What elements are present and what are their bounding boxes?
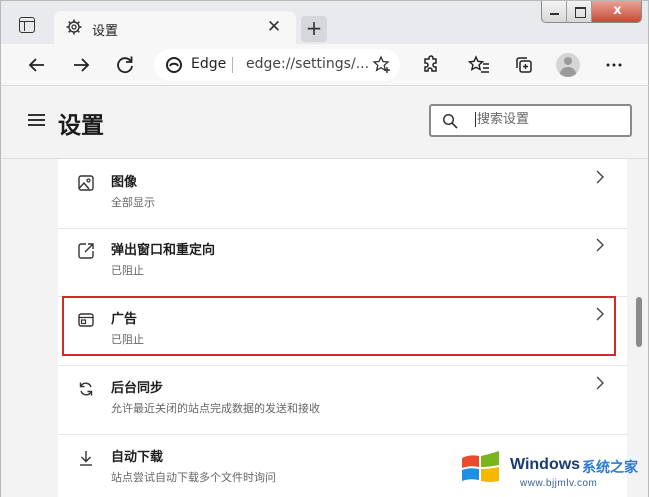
watermark-brand: Windows (510, 456, 581, 473)
avatar[interactable] (556, 53, 580, 77)
ads-icon (78, 313, 94, 327)
sync-icon (79, 382, 93, 396)
more-options-icon[interactable] (601, 52, 627, 78)
tab-title: 设置 (92, 24, 119, 39)
maximize-button[interactable] (567, 1, 592, 22)
row-title: 后台同步 (111, 381, 164, 396)
row-title: 自动下载 (111, 450, 164, 465)
address-url[interactable]: edge://settings/... (246, 56, 369, 72)
address-brand: Edge (191, 56, 227, 72)
new-tab-button[interactable]: + (301, 16, 327, 42)
row-subtitle: 全部显示 (111, 196, 155, 209)
row-subtitle: 已阻止 (111, 333, 144, 346)
chevron-right-icon (596, 307, 604, 321)
favorites-icon[interactable] (466, 52, 492, 78)
gear-icon (66, 19, 82, 35)
settings-row-popups[interactable]: 弹出窗口和重定向 已阻止 (58, 227, 627, 297)
back-icon[interactable] (24, 52, 50, 78)
tab-strip: 设置 ✕ + x (0, 0, 649, 45)
browser-toolbar: Edge edge://settings/... (0, 44, 649, 86)
watermark-site-name: 系统之家 (582, 460, 638, 476)
add-favorite-icon[interactable] (372, 55, 392, 75)
refresh-icon[interactable] (112, 52, 138, 78)
window-controls: x (541, 1, 642, 23)
page-title: 设置 (58, 113, 104, 139)
settings-row-background-sync[interactable]: 后台同步 允许最近关闭的站点完成数据的发送和接收 (58, 365, 627, 435)
tab-settings[interactable]: 设置 ✕ (54, 11, 296, 45)
image-icon (78, 175, 94, 191)
row-title: 图像 (111, 175, 138, 190)
scroll-thumb[interactable] (636, 297, 642, 347)
search-icon (442, 113, 458, 129)
search-input[interactable] (475, 112, 625, 127)
windows-logo-icon (462, 451, 499, 482)
settings-page: 设置 图像 全部显示 弹出窗口和重定向 已阻止 (0, 86, 649, 497)
address-bar[interactable]: Edge edge://settings/... (154, 49, 400, 81)
row-title: 广告 (111, 312, 138, 327)
address-divider (232, 57, 233, 73)
minimize-button[interactable] (542, 1, 567, 22)
download-icon (80, 451, 92, 466)
forward-icon[interactable] (68, 52, 94, 78)
edge-logo-icon (166, 57, 182, 73)
close-window-button[interactable]: x (592, 1, 641, 22)
watermark-url: www.bjjmlv.com (520, 478, 598, 489)
chevron-right-icon (596, 238, 604, 252)
row-subtitle: 站点尝试自动下载多个文件时询问 (111, 471, 276, 484)
collections-icon[interactable] (511, 52, 537, 78)
chevron-right-icon (596, 170, 604, 184)
popup-icon (78, 243, 94, 259)
settings-row-images[interactable]: 图像 全部显示 (58, 159, 627, 229)
row-subtitle: 允许最近关闭的站点完成数据的发送和接收 (111, 402, 320, 415)
search-box[interactable] (429, 104, 632, 137)
tab-close-button[interactable]: ✕ (264, 17, 284, 37)
chevron-right-icon (596, 376, 604, 390)
tab-actions-icon[interactable] (19, 17, 35, 33)
watermark: Windows 系统之家 www.bjjmlv.com (458, 444, 649, 494)
extensions-icon[interactable] (417, 52, 443, 78)
menu-icon[interactable] (28, 114, 45, 126)
row-title: 弹出窗口和重定向 (111, 243, 216, 258)
row-subtitle: 已阻止 (111, 264, 144, 277)
settings-row-ads[interactable]: 广告 已阻止 (58, 296, 627, 366)
